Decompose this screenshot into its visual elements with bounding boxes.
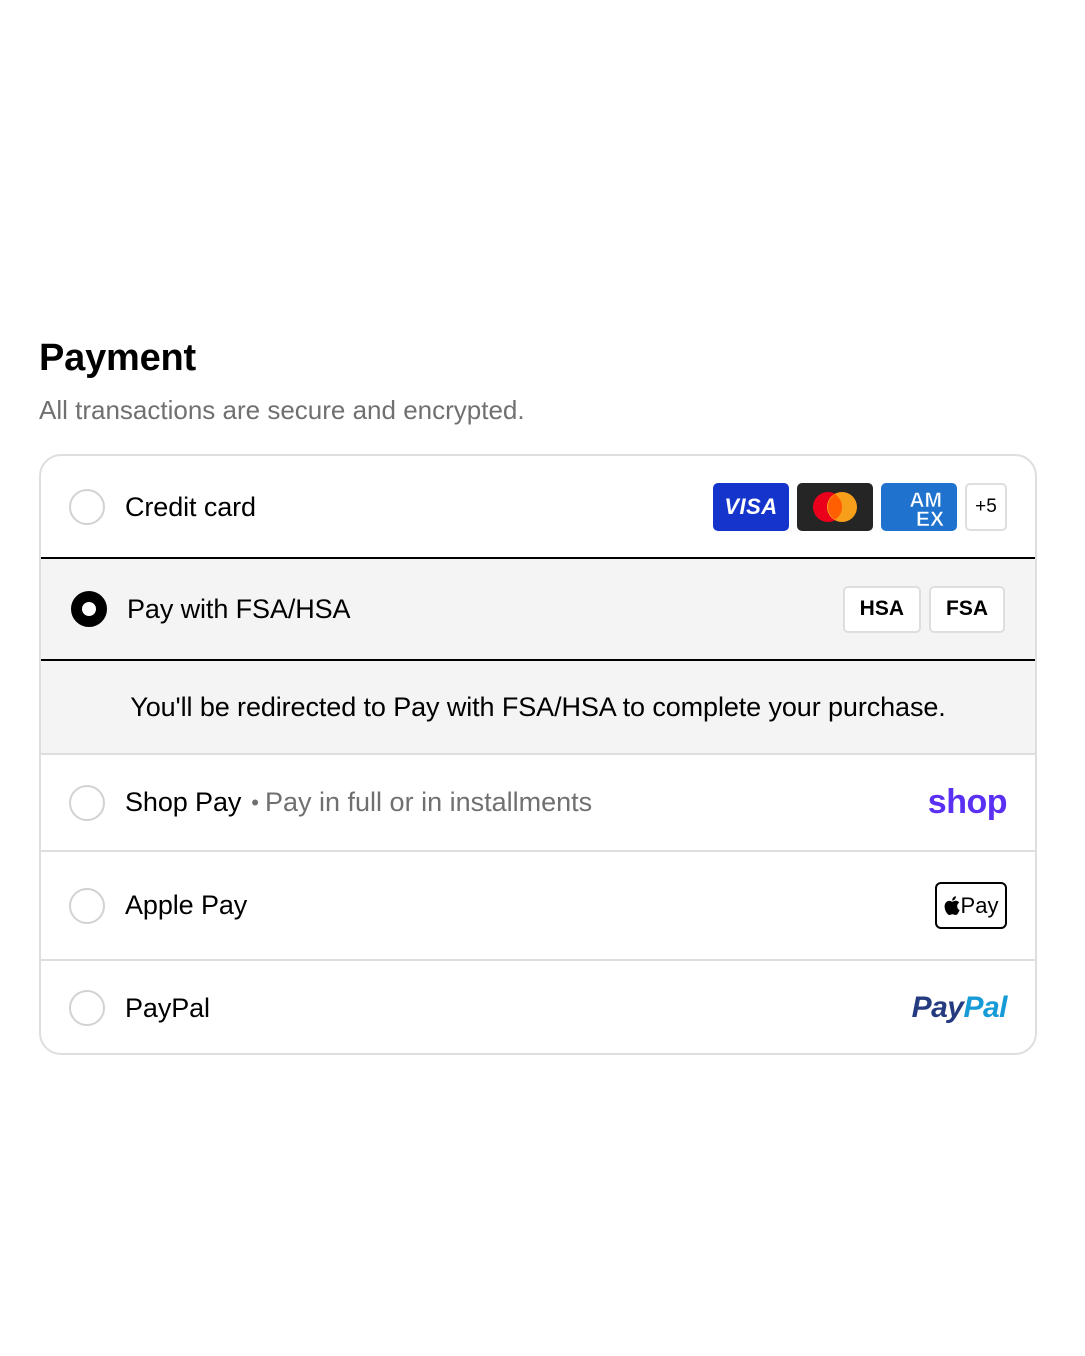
amex-logo: AM EX: [909, 489, 944, 529]
apple-pay-logo-wrap: Pay: [935, 882, 1007, 929]
apple-pay-label: Apple Pay: [125, 890, 248, 920]
visa-icon: VISA: [713, 483, 789, 531]
credit-card-radio[interactable]: [69, 489, 105, 525]
option-apple-pay[interactable]: Apple Pay Pay: [41, 852, 1035, 959]
shop-pay-logo: shop: [927, 783, 1008, 821]
shop-pay-separator: •: [251, 789, 259, 815]
svg-text:EX: EX: [916, 508, 944, 529]
option-shop-pay[interactable]: Shop Pay • Pay in full or in installment…: [41, 755, 1035, 850]
credit-card-label: Credit card: [125, 491, 256, 522]
amex-icon: AM EX: [881, 483, 957, 531]
mastercard-icon: [797, 483, 873, 531]
fsa-hsa-tags: HSA FSA: [842, 585, 1005, 633]
paypal-logo-part2: Pal: [963, 991, 1007, 1024]
fsa-hsa-radio[interactable]: [71, 591, 107, 627]
shop-pay-sublabel: Pay in full or in installments: [265, 787, 593, 817]
option-paypal[interactable]: PayPal PayPal: [41, 961, 1035, 1053]
card-brands: VISA AM EX +5: [713, 483, 1007, 531]
paypal-label: PayPal: [125, 992, 210, 1023]
apple-pay-logo: Pay: [935, 882, 1007, 929]
shop-pay-radio[interactable]: [69, 784, 105, 821]
apple-icon: [944, 896, 960, 915]
paypal-logo-part1: Pay: [911, 991, 964, 1024]
payment-section: Payment All transactions are secure and …: [39, 334, 1037, 426]
shop-pay-logo-wrap: shop: [927, 783, 1008, 822]
paypal-logo-wrap: PayPal: [911, 991, 1008, 1025]
more-cards-badge: +5: [965, 483, 1007, 531]
visa-text: VISA: [724, 494, 778, 519]
fsa-badge: FSA: [929, 585, 1005, 633]
page-subtitle: All transactions are secure and encrypte…: [39, 395, 525, 425]
shop-pay-label: Shop Pay: [125, 787, 242, 817]
paypal-radio[interactable]: [69, 990, 105, 1026]
option-credit-card[interactable]: Credit card VISA AM EX +5: [41, 456, 1035, 558]
fsa-hsa-label: Pay with FSA/HSA: [127, 593, 351, 624]
paypal-logo: PayPal: [911, 991, 1008, 1025]
page-title: Payment: [39, 337, 197, 379]
hsa-badge: HSA: [842, 585, 921, 633]
fsa-hsa-redirect-note: You'll be redirected to Pay with FSA/HSA…: [41, 661, 1035, 753]
mastercard-circles: [813, 492, 857, 522]
apple-pay-badge-text: Pay: [960, 892, 999, 918]
payment-options: Credit card VISA AM EX +5 Pay with FSA/H…: [39, 454, 1037, 1055]
option-fsa-hsa[interactable]: Pay with FSA/HSA HSA FSA: [41, 557, 1035, 661]
apple-pay-radio[interactable]: [69, 887, 105, 924]
